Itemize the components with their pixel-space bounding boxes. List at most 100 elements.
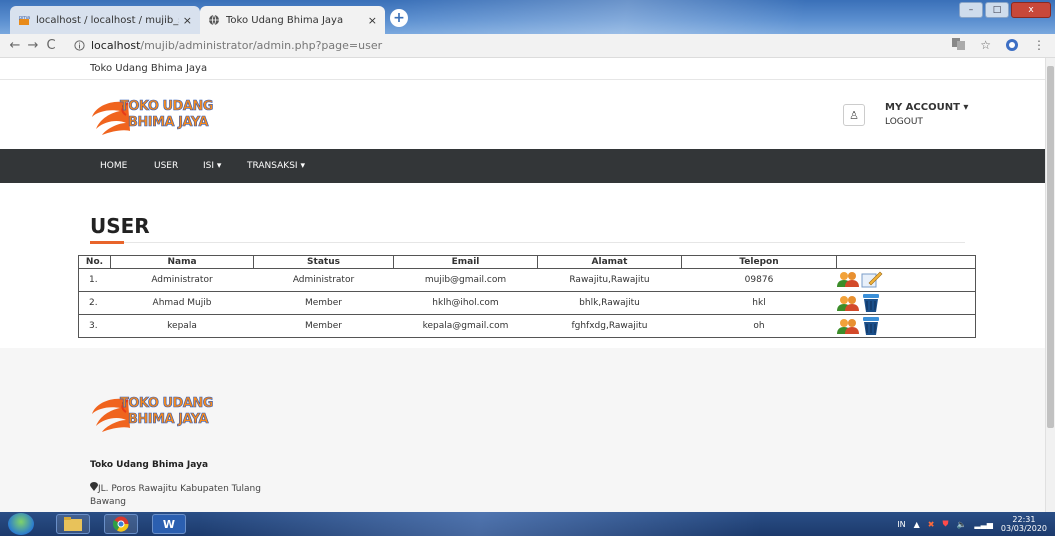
tab-close-icon[interactable]: ×	[368, 14, 377, 27]
users-icon[interactable]	[836, 295, 859, 311]
account-area: ♙ MY ACCOUNT ▾ LOGOUT	[843, 102, 968, 127]
my-account-dropdown[interactable]: MY ACCOUNT ▾	[885, 102, 968, 113]
map-marker-icon	[90, 482, 98, 491]
extension-icon[interactable]	[1005, 38, 1019, 52]
cell-status: Administrator	[253, 268, 394, 292]
cell-alamat: Rawajitu,Rawajitu	[537, 268, 682, 292]
back-button[interactable]: ←	[6, 38, 24, 53]
site-footer: TOKO UDANG BHIMA JAYA Toko Udang Bhima J…	[0, 348, 1045, 512]
cell-nama: Ahmad Mujib	[110, 291, 254, 315]
taskbar-decoration	[200, 512, 760, 536]
cell-alamat: bhlk,Rawajitu	[537, 291, 682, 315]
cell-no: 3.	[78, 314, 111, 338]
menu-icon[interactable]: ⋮	[1033, 38, 1045, 52]
tray-expand-icon[interactable]: ▲	[914, 520, 920, 529]
svg-text:pma: pma	[19, 15, 30, 21]
logout-link[interactable]: LOGOUT	[885, 117, 968, 127]
users-icon[interactable]	[836, 271, 859, 287]
footer-store-name: Toko Udang Bhima Jaya	[90, 460, 209, 470]
menu-item-isi[interactable]: ISI ▾	[203, 161, 221, 171]
phpmyadmin-icon: pma	[19, 15, 30, 25]
info-icon[interactable]	[74, 40, 85, 51]
col-header-no: No.	[78, 255, 111, 269]
trash-icon[interactable]	[861, 316, 881, 336]
cell-actions	[836, 291, 976, 315]
cell-no: 2.	[78, 291, 111, 315]
table-row: 2. Ahmad Mujib Member hklh@ihol.com bhlk…	[78, 291, 976, 315]
web-page: Toko Udang Bhima Jaya TOKO UDANG BHIMA J…	[0, 58, 1045, 512]
main-menu: HOME USER ISI ▾ TRANSAKSI ▾	[0, 149, 1045, 183]
folder-icon	[64, 517, 82, 531]
user-icon[interactable]: ♙	[843, 104, 865, 126]
table-row: 1. Administrator Administrator mujib@gma…	[78, 268, 976, 292]
col-header-actions	[836, 255, 976, 269]
user-table: No. Nama Status Email Alamat Telepon 1. …	[78, 255, 976, 338]
address-bar: ← → C localhost/mujib/administrator/admi…	[0, 34, 1055, 58]
chrome-icon[interactable]	[104, 514, 138, 534]
cell-actions	[836, 314, 976, 338]
network-icon[interactable]: ✖	[928, 520, 935, 529]
col-header-telepon: Telepon	[681, 255, 837, 269]
site-logo[interactable]: TOKO UDANG BHIMA JAYA	[88, 91, 223, 143]
cell-actions	[836, 268, 976, 292]
menu-item-user[interactable]: USER	[154, 161, 178, 171]
logo-text-line1: TOKO UDANG	[120, 396, 214, 412]
start-button[interactable]	[8, 513, 34, 535]
cell-telepon: oh	[681, 314, 837, 338]
cell-telepon: hkl	[681, 291, 837, 315]
tab-label: localhost / localhost / mujib_si_1	[36, 14, 179, 26]
page-scrollbar[interactable]	[1045, 58, 1055, 512]
windows-taskbar: W IN ▲ ✖ ⛊ 🔈 ▂▃▅ 22:31 03/03/2020	[0, 512, 1055, 536]
scrollbar-thumb[interactable]	[1047, 66, 1054, 428]
new-tab-button[interactable]: +	[390, 9, 408, 27]
topbar-text: Toko Udang Bhima Jaya	[90, 63, 208, 74]
clock[interactable]: 22:31 03/03/2020	[1001, 515, 1047, 533]
menu-item-transaksi[interactable]: TRANSAKSI ▾	[247, 161, 305, 171]
browser-tab-active[interactable]: Toko Udang Bhima Jaya ×	[200, 6, 385, 34]
cell-email: hklh@ihol.com	[393, 291, 538, 315]
minimize-button[interactable]: –	[959, 2, 983, 18]
footer-address: JL. Poros Rawajitu Kabupaten Tulang Bawa…	[90, 482, 280, 509]
url-path: /mujib/administrator/admin.php?page=user	[140, 39, 383, 52]
clock-time: 22:31	[1012, 515, 1036, 524]
signal-icon[interactable]: ▂▃▅	[974, 520, 992, 529]
browser-tab-phpmyadmin[interactable]: pma localhost / localhost / mujib_si_1 ×	[10, 6, 200, 34]
cell-telepon: 09876	[681, 268, 837, 292]
window-controls: – □ x	[959, 2, 1051, 18]
close-window-button[interactable]: x	[1011, 2, 1051, 18]
translate-icon[interactable]	[952, 38, 966, 50]
title-divider	[90, 242, 965, 243]
edit-icon[interactable]	[861, 270, 883, 288]
maximize-button[interactable]: □	[985, 2, 1009, 18]
language-indicator[interactable]: IN	[897, 520, 905, 529]
security-icon[interactable]: ⛊	[942, 519, 948, 529]
cell-email: kepala@gmail.com	[393, 314, 538, 338]
forward-button[interactable]: →	[24, 38, 42, 53]
chrome-logo-icon	[113, 516, 129, 532]
clock-date: 03/03/2020	[1000, 524, 1047, 533]
cell-no: 1.	[78, 268, 111, 292]
divider	[0, 79, 1045, 80]
globe-icon	[209, 14, 219, 26]
explorer-icon[interactable]	[56, 514, 90, 534]
menu-item-home[interactable]: HOME	[100, 161, 127, 171]
cell-nama: Administrator	[110, 268, 254, 292]
tab-label: Toko Udang Bhima Jaya	[226, 14, 344, 26]
table-row: 3. kepala Member kepala@gmail.com fghfxd…	[78, 314, 976, 338]
trash-icon[interactable]	[861, 293, 881, 313]
tab-close-icon[interactable]: ×	[183, 14, 192, 27]
users-icon[interactable]	[836, 318, 859, 334]
cell-email: mujib@gmail.com	[393, 268, 538, 292]
col-header-email: Email	[393, 255, 538, 269]
url-host: localhost	[91, 39, 141, 52]
page-title: USER	[90, 214, 150, 238]
star-icon[interactable]: ☆	[980, 38, 991, 52]
volume-icon[interactable]: 🔈	[956, 520, 966, 529]
word-icon[interactable]: W	[152, 514, 186, 534]
reload-button[interactable]: C	[42, 38, 60, 53]
url-field[interactable]: localhost/mujib/administrator/admin.php?…	[74, 39, 382, 52]
logo-text-line2: BHIMA JAYA	[128, 115, 209, 131]
system-tray: IN ▲ ✖ ⛊ 🔈 ▂▃▅ 22:31 03/03/2020	[897, 515, 1047, 533]
table-header-row: No. Nama Status Email Alamat Telepon	[78, 255, 976, 269]
col-header-status: Status	[253, 255, 394, 269]
